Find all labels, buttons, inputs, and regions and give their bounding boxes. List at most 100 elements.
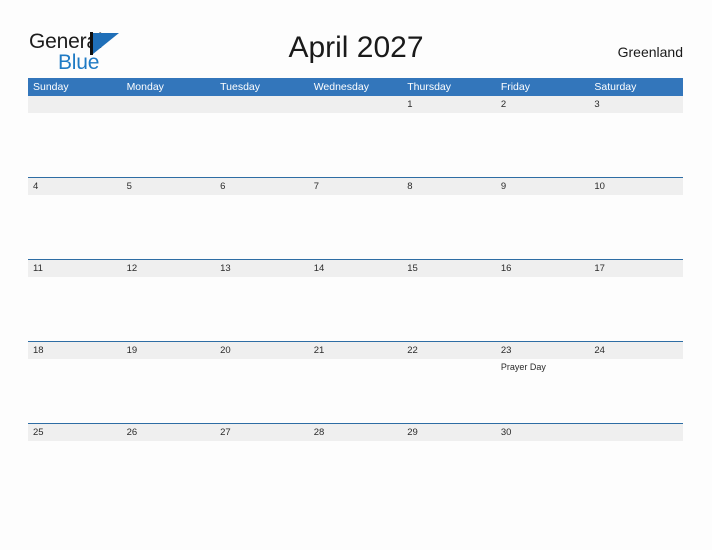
day-cell-events [215, 113, 309, 175]
day-cell-events[interactable] [309, 277, 403, 339]
day-cell-events[interactable] [496, 113, 590, 175]
day-number[interactable]: 9 [496, 178, 590, 195]
page-title: April 2027 [288, 31, 424, 64]
day-cell-events[interactable] [402, 277, 496, 339]
day-number[interactable]: 24 [589, 342, 683, 359]
day-number[interactable]: 21 [309, 342, 403, 359]
weekday-header-monday: Monday [126, 81, 164, 93]
page-header: General Blue April 2027 Greenland [0, 0, 712, 76]
day-cell-events[interactable] [402, 195, 496, 257]
day-number[interactable]: 26 [122, 424, 216, 441]
day-cell-events[interactable] [402, 113, 496, 175]
day-number[interactable]: 6 [215, 178, 309, 195]
day-cell-events [28, 113, 122, 175]
calendar-week-row: 18 19 20 21 22 23 24 Prayer Day [28, 341, 683, 423]
day-number[interactable]: 12 [122, 260, 216, 277]
day-cell-events[interactable] [402, 441, 496, 503]
day-cell-events[interactable] [215, 195, 309, 257]
weekday-header-wednesday: Wednesday [313, 81, 369, 93]
day-cell-events[interactable] [589, 195, 683, 257]
day-cell-events[interactable] [589, 113, 683, 175]
holiday-event-label: Prayer Day [500, 362, 546, 372]
day-number[interactable]: 20 [215, 342, 309, 359]
day-cell-events[interactable] [28, 359, 122, 421]
day-cell-events[interactable] [402, 359, 496, 421]
day-cell-events[interactable] [122, 195, 216, 257]
week-date-band: 11 12 13 14 15 16 17 [28, 260, 683, 277]
day-cell-events[interactable] [496, 277, 590, 339]
day-number[interactable]: 17 [589, 260, 683, 277]
weekday-header-sunday: Sunday [33, 81, 69, 93]
day-cell-events [589, 441, 683, 503]
day-number[interactable]: 23 [496, 342, 590, 359]
weekday-header-saturday: Saturday [594, 81, 637, 93]
week-event-band [28, 277, 683, 339]
week-date-band: 123 [28, 96, 683, 113]
day-number[interactable]: 18 [28, 342, 122, 359]
day-cell-events[interactable] [589, 359, 683, 421]
weekday-header-friday: Friday [500, 81, 530, 93]
location-label: Greenland [617, 44, 683, 60]
calendar-page: General Blue April 2027 Greenland Sunday… [0, 0, 712, 550]
week-event-band: Prayer Day [28, 359, 683, 421]
day-cell-events [122, 113, 216, 175]
day-number[interactable]: 10 [589, 178, 683, 195]
calendar-week-row: 123 [28, 96, 683, 177]
weekday-header-tuesday: Tuesday [220, 81, 261, 93]
day-number[interactable]: 19 [122, 342, 216, 359]
day-number[interactable]: 4 [28, 178, 122, 195]
day-cell-events[interactable] [309, 195, 403, 257]
day-number[interactable]: 8 [402, 178, 496, 195]
week-event-band [28, 441, 683, 503]
day-number[interactable]: 1 [402, 96, 496, 113]
day-cell-events[interactable] [309, 359, 403, 421]
day-cell-events[interactable] [122, 441, 216, 503]
day-cell-events[interactable] [28, 195, 122, 257]
day-number[interactable]: 29 [402, 424, 496, 441]
day-number[interactable]: 27 [215, 424, 309, 441]
day-cell-events[interactable] [215, 359, 309, 421]
calendar-week-row: 11 12 13 14 15 16 17 [28, 259, 683, 341]
day-number[interactable]: 30 [496, 424, 590, 441]
day-cell-events[interactable] [496, 195, 590, 257]
weekday-header-thursday: Thursday [407, 81, 452, 93]
day-cell-events[interactable] [28, 441, 122, 503]
day-number-empty [215, 96, 309, 113]
day-number[interactable]: 5 [122, 178, 216, 195]
day-number[interactable]: 13 [215, 260, 309, 277]
day-number[interactable]: 22 [402, 342, 496, 359]
day-number[interactable]: 3 [589, 96, 683, 113]
calendar-week-row: 4 5 6 7 8 9 10 [28, 177, 683, 259]
day-number[interactable]: 28 [309, 424, 403, 441]
calendar-grid: Sunday Monday Tuesday Wednesday Thursday… [28, 78, 683, 505]
day-cell-events[interactable] [496, 441, 590, 503]
day-number[interactable]: 2 [496, 96, 590, 113]
calendar-weeks: 1 2 3 4 5 6 7 8 9 10 11 12 13 14 15 16 17 18 19 20 21 22 23 24 P… [28, 96, 683, 505]
calendar-week-row: 25 26 27 28 29 30 [28, 423, 683, 505]
week-date-band: 25 26 27 28 29 30 [28, 424, 683, 441]
day-number[interactable]: 7 [309, 178, 403, 195]
week-event-band [28, 113, 683, 175]
day-cell-events[interactable] [122, 359, 216, 421]
day-number[interactable]: 11 [28, 260, 122, 277]
day-number[interactable]: 14 [309, 260, 403, 277]
day-number[interactable]: 25 [28, 424, 122, 441]
day-cell-events[interactable] [215, 441, 309, 503]
week-event-band [28, 195, 683, 257]
week-date-band: 4 5 6 7 8 9 10 [28, 178, 683, 195]
day-number-empty [122, 96, 216, 113]
week-date-band: 18 19 20 21 22 23 24 [28, 342, 683, 359]
day-number-empty [309, 96, 403, 113]
day-cell-events[interactable] [28, 277, 122, 339]
day-cell-events [309, 113, 403, 175]
day-number[interactable]: 15 [402, 260, 496, 277]
day-cell-events[interactable] [122, 277, 216, 339]
day-number-empty [589, 424, 683, 441]
weekday-header-row: Sunday Monday Tuesday Wednesday Thursday… [28, 78, 683, 96]
day-cell-events[interactable]: Prayer Day [496, 359, 590, 421]
day-cell-events[interactable] [215, 277, 309, 339]
day-cell-events[interactable] [589, 277, 683, 339]
day-number[interactable]: 16 [496, 260, 590, 277]
day-cell-events[interactable] [309, 441, 403, 503]
day-number-empty [28, 96, 122, 113]
